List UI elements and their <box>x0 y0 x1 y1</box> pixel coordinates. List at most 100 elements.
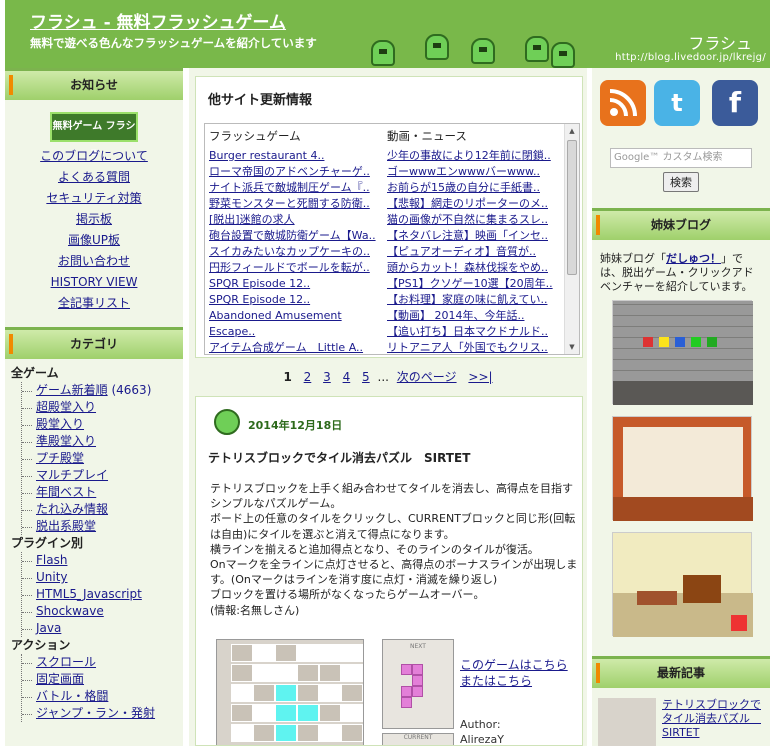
category-link[interactable]: Unity <box>36 570 68 584</box>
update-link[interactable]: ローマ帝国のアドベンチャーゲ.. <box>209 165 370 178</box>
category-group-title: アクション <box>11 638 71 652</box>
update-item: 【動画】 2014年、今年話.. <box>387 308 559 324</box>
notice-link[interactable]: HISTORY VIEW <box>51 275 138 289</box>
facebook-icon[interactable]: f <box>712 80 758 126</box>
update-link[interactable]: SPQR Episode 12.. <box>209 293 310 306</box>
category-link[interactable]: HTML5_Javascript <box>36 587 142 601</box>
pager-ellipsis: ... <box>377 370 389 384</box>
notice-link[interactable]: セキュリティ対策 <box>46 191 141 205</box>
update-link[interactable]: SPQR Episode 12.. <box>209 277 310 290</box>
category-item: ゲーム新着順 (4663) <box>22 382 183 399</box>
latest-post-link[interactable]: テトリスブロックでタイル消去パズル SIRTET <box>662 698 766 740</box>
category-link[interactable]: 殿堂入り <box>36 417 84 431</box>
notice-links: このブログについて よくある質問 セキュリティ対策 掲示板 画像UP板 お問い合… <box>5 146 183 314</box>
rss-icon[interactable] <box>600 80 646 126</box>
category-link[interactable]: たれ込み情報 <box>36 502 108 516</box>
update-link[interactable]: 【追い打ち】日本マクドナルド.. <box>387 325 548 338</box>
update-link[interactable]: お前らが15歳の自分に手紙書.. <box>387 181 540 194</box>
scroll-up-icon[interactable]: ▲ <box>565 124 579 138</box>
notice-link[interactable]: 全記事リスト <box>58 296 130 310</box>
category-link[interactable]: バトル・格闘 <box>36 689 108 703</box>
category-link[interactable]: プチ殿堂 <box>36 451 84 465</box>
category-link[interactable]: スクロール <box>36 655 96 669</box>
updates-scrollbar[interactable]: ▲ ▼ <box>564 124 579 354</box>
update-item: 猫の画像が不自然に集まるスレ.. <box>387 212 559 228</box>
update-link[interactable]: 【お料理】家庭の味に飢えてい.. <box>387 293 547 306</box>
update-link[interactable]: リトアニア人「外国でもクリス.. <box>387 341 548 354</box>
notice-link[interactable]: お問い合わせ <box>58 254 130 268</box>
update-link[interactable]: 少年の事故により12年前に閉鎖.. <box>387 149 551 162</box>
updates-games-head: フラッシュゲーム <box>209 129 301 143</box>
pager-link[interactable]: 2 <box>304 370 312 384</box>
category-link[interactable]: 固定画面 <box>36 672 84 686</box>
category-link[interactable]: 年間ベスト <box>36 485 96 499</box>
pager-link[interactable]: 5 <box>362 370 370 384</box>
update-link[interactable]: スイカみたいなカップケーキの.. <box>209 245 370 258</box>
category-link[interactable]: 超殿堂入り <box>36 400 96 414</box>
update-link[interactable]: 頭からカット！森林伐採をやめ.. <box>387 261 548 274</box>
update-link[interactable]: 【ネタバレ注意】映画「インセ.. <box>387 229 548 242</box>
pager-next-link[interactable]: 次のページ <box>397 370 457 384</box>
notice-link[interactable]: このブログについて <box>40 149 148 163</box>
play-game-link[interactable]: このゲームはこちら <box>460 658 568 672</box>
category-link[interactable]: Java <box>36 621 61 635</box>
update-link[interactable]: 猫の画像が不自然に集まるスレ.. <box>387 213 548 226</box>
update-link[interactable]: 野菜モンスターと死闘する防衛.. <box>209 197 370 210</box>
category-link[interactable]: 脱出系殿堂 <box>36 519 96 533</box>
category-link[interactable]: 準殿堂入り <box>36 434 96 448</box>
sister-thumbnail-escape-room[interactable] <box>612 300 753 405</box>
scroll-down-icon[interactable]: ▼ <box>565 340 579 354</box>
game-screenshot[interactable] <box>216 639 364 745</box>
updates-games-column: フラッシュゲーム Burger restaurant 4.. ローマ帝国のアドベ… <box>209 128 384 354</box>
sister-thumbnail-roman[interactable] <box>612 532 753 637</box>
category-heading: カテゴリ <box>5 327 183 359</box>
search-input[interactable]: Google™ カスタム検索 <box>610 148 752 168</box>
update-link[interactable]: Burger restaurant 4.. <box>209 149 324 162</box>
pager-last-link[interactable]: >>| <box>468 370 492 384</box>
update-link[interactable]: 【悲報】網走のリポーターのメ.. <box>387 197 548 210</box>
category-link[interactable]: Shockwave <box>36 604 104 618</box>
twitter-icon[interactable]: t <box>654 80 700 126</box>
category-count: (4663) <box>111 383 152 397</box>
site-title-link[interactable]: フラシュ - 無料フラッシュゲーム <box>30 8 286 33</box>
update-link[interactable]: 【ピュアオーディオ】音質が.. <box>387 245 536 258</box>
post-title[interactable]: テトリスブロックでタイル消去パズル SIRTET <box>208 449 470 466</box>
pager-link[interactable]: 3 <box>323 370 331 384</box>
category-link[interactable]: ジャンプ・ラン・発射 <box>36 706 155 720</box>
update-link[interactable]: 砲台設置で敵城防衛ゲーム【Wa.. <box>209 229 376 242</box>
updates-scroll-box[interactable]: フラッシュゲーム Burger restaurant 4.. ローマ帝国のアドベ… <box>204 123 580 355</box>
update-link[interactable]: 【PS1】クソゲー10選【20周年.. <box>387 277 553 290</box>
search-button[interactable]: 検索 <box>663 172 699 192</box>
update-link[interactable]: 【動画】 2014年、今年話.. <box>387 309 524 322</box>
sister-thumbnail-room[interactable] <box>612 416 753 521</box>
notice-link[interactable]: 掲示板 <box>76 212 112 226</box>
notice-link-item: セキュリティ対策 <box>5 188 183 209</box>
category-item: Shockwave <box>22 603 183 620</box>
notice-link-item: よくある質問 <box>5 167 183 188</box>
pager-link[interactable]: 4 <box>343 370 351 384</box>
category-link[interactable]: Flash <box>36 553 67 567</box>
category-list: スクロール 固定画面 バトル・格闘 ジャンプ・ラン・発射 <box>21 654 183 722</box>
update-item: 頭からカット！森林伐採をやめ.. <box>387 260 559 276</box>
sister-blog-link[interactable]: だしゅつ！ <box>666 252 721 265</box>
notice-link[interactable]: 画像UP板 <box>68 233 120 247</box>
update-link[interactable]: ナイト派兵で敵城制圧ゲーム『.. <box>209 181 370 194</box>
next-label: NEXT <box>410 643 426 650</box>
update-link[interactable]: 円形フィールドでボールを転が.. <box>209 261 370 274</box>
main-column: 他サイト更新情報 フラッシュゲーム Burger restaurant 4.. … <box>189 68 587 746</box>
mascot-icon <box>551 42 575 68</box>
scrollbar-thumb[interactable] <box>567 140 577 275</box>
category-item: ジャンプ・ラン・発射 <box>22 705 183 722</box>
update-link[interactable]: [脱出]迷館の求人 <box>209 213 295 226</box>
update-link[interactable]: アイテム合成ゲーム Little A.. <box>209 341 363 354</box>
post-paragraph: Onマークを全ラインに点灯させると、高得点のボーナスラインが出現しま <box>210 558 578 572</box>
update-item: 野菜モンスターと死闘する防衛.. <box>209 196 384 212</box>
play-game-alt-link[interactable]: またはこちら <box>460 674 532 688</box>
notice-logo[interactable]: 無料ゲーム フラシュ <box>50 112 138 158</box>
category-link[interactable]: マルチプレイ <box>36 468 108 482</box>
notice-link[interactable]: よくある質問 <box>58 170 130 184</box>
update-link[interactable]: Abandoned Amusement Escape.. <box>209 309 342 338</box>
update-link[interactable]: ゴーwwwエンwwwバーwww.. <box>387 165 540 178</box>
category-link[interactable]: ゲーム新着順 <box>36 383 108 397</box>
latest-post-thumbnail[interactable] <box>598 698 656 746</box>
